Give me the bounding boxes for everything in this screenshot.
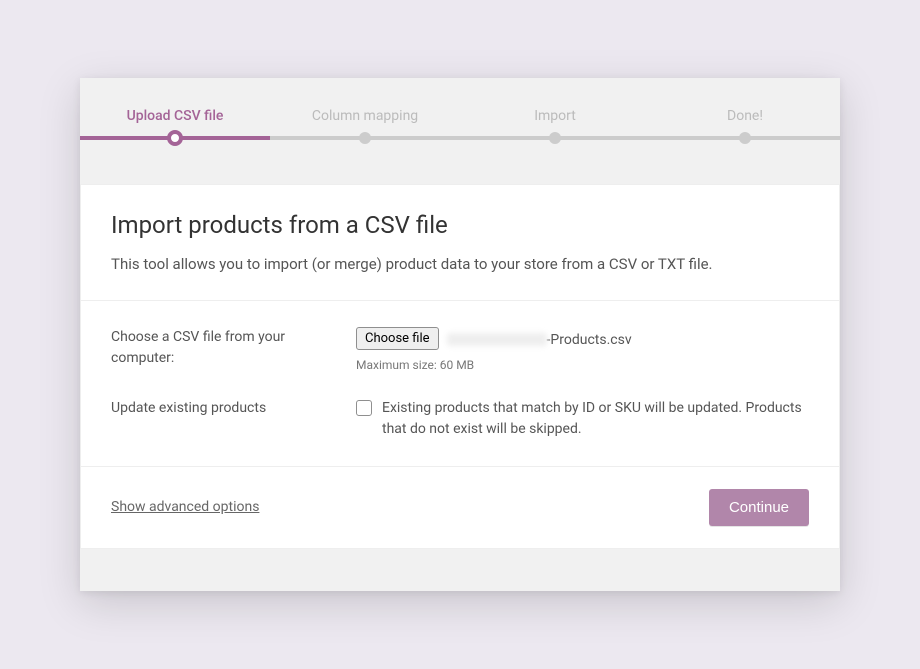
step-dot [167, 130, 183, 146]
step-done[interactable]: Done! [650, 108, 840, 138]
update-checkbox-row: Existing products that match by ID or SK… [356, 398, 809, 440]
update-existing-checkbox[interactable] [356, 400, 372, 416]
show-advanced-link[interactable]: Show advanced options [111, 499, 259, 515]
update-checkbox-description: Existing products that match by ID or SK… [382, 398, 809, 440]
step-dot [549, 132, 561, 144]
update-field-label: Update existing products [111, 398, 356, 440]
filename-suffix: -Products.csv [547, 332, 632, 348]
step-label: Import [460, 108, 650, 124]
import-card: Import products from a CSV file This too… [80, 184, 840, 549]
update-field-row: Update existing products Existing produc… [111, 398, 809, 440]
selected-file-name: -Products.csv [447, 329, 632, 348]
step-upload[interactable]: Upload CSV file [80, 108, 270, 138]
choose-file-button[interactable]: Choose file [356, 327, 439, 350]
step-mapping[interactable]: Column mapping [270, 108, 460, 138]
card-title: Import products from a CSV file [111, 211, 809, 239]
file-field-label: Choose a CSV file from your computer: [111, 327, 356, 372]
step-dot [739, 132, 751, 144]
progress-stepper: Upload CSV file Column mapping Import Do… [80, 108, 840, 156]
update-field-control: Existing products that match by ID or SK… [356, 398, 809, 440]
card-body: Choose a CSV file from your computer: Ch… [81, 301, 839, 466]
redacted-filename-prefix [447, 333, 547, 346]
import-panel: Upload CSV file Column mapping Import Do… [80, 78, 840, 591]
step-label: Upload CSV file [80, 108, 270, 124]
step-label: Done! [650, 108, 840, 124]
step-import[interactable]: Import [460, 108, 650, 138]
card-header: Import products from a CSV file This too… [81, 185, 839, 301]
step-dot [359, 132, 371, 144]
continue-button[interactable]: Continue [709, 489, 809, 526]
file-size-hint: Maximum size: 60 MB [356, 358, 809, 372]
file-field-row: Choose a CSV file from your computer: Ch… [111, 327, 809, 372]
file-field-control: Choose file -Products.csv Maximum size: … [356, 327, 809, 372]
file-picker: Choose file -Products.csv [356, 327, 809, 350]
card-footer: Show advanced options Continue [81, 466, 839, 548]
card-description: This tool allows you to import (or merge… [111, 253, 809, 276]
step-label: Column mapping [270, 108, 460, 124]
